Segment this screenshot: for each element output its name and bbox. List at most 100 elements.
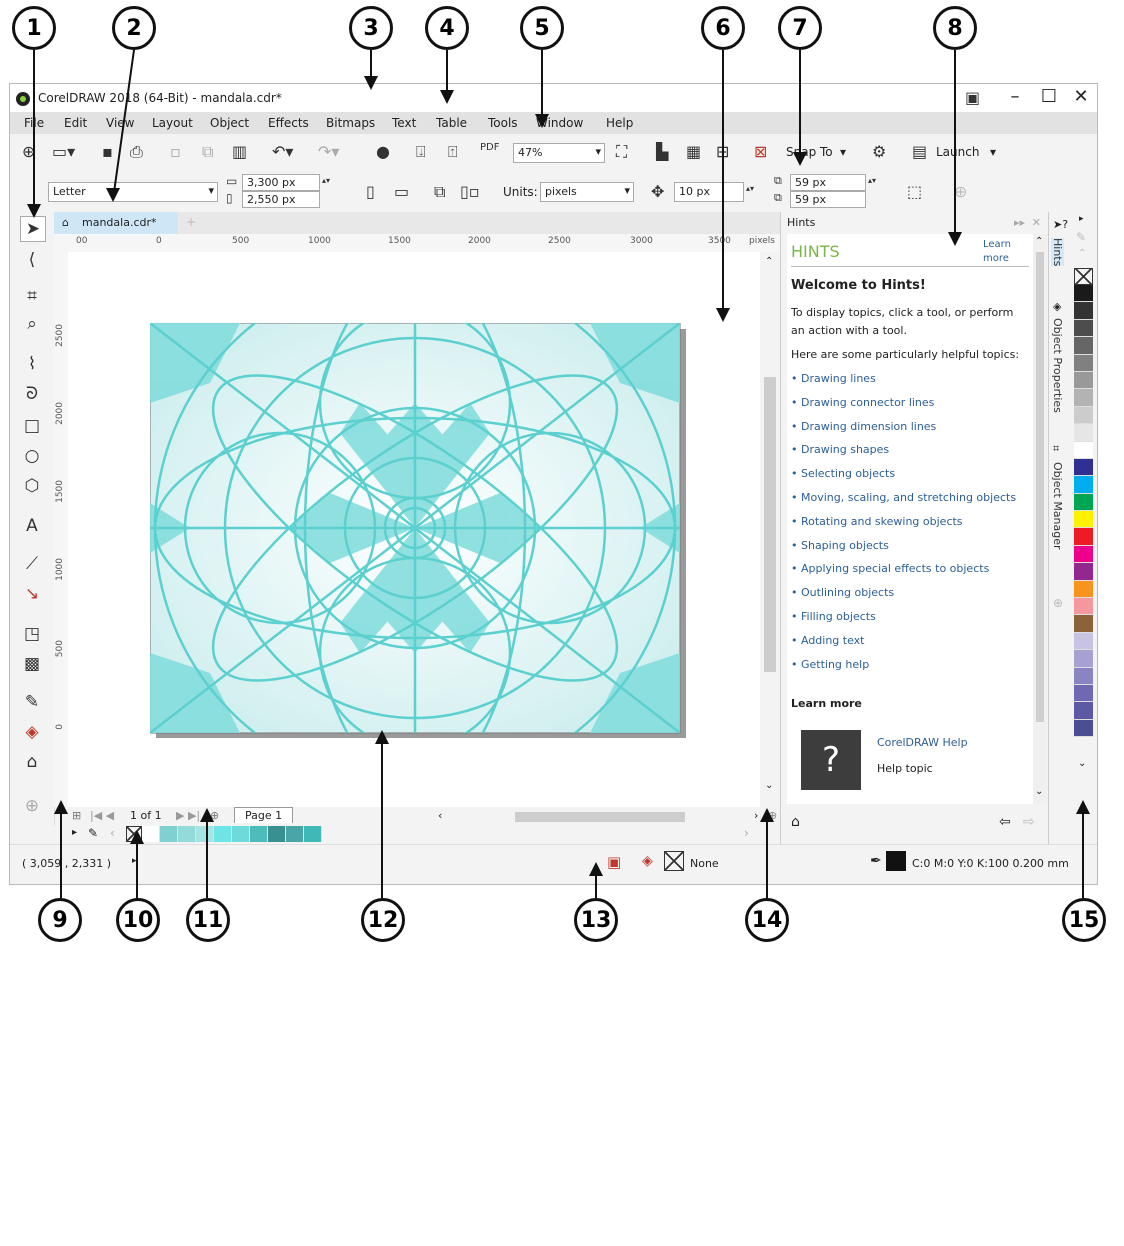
palette-color-swatch[interactable] bbox=[1074, 598, 1093, 616]
document-color-swatch[interactable] bbox=[178, 826, 196, 842]
launch-icon[interactable]: ▤ bbox=[912, 142, 927, 161]
document-color-swatch[interactable] bbox=[214, 826, 232, 842]
menu-object[interactable]: Object bbox=[210, 116, 249, 130]
help-topic-thumbnail[interactable]: ? bbox=[801, 730, 861, 790]
scroll-up-icon[interactable]: ⌃ bbox=[1035, 236, 1043, 247]
document-color-swatch[interactable] bbox=[142, 826, 160, 842]
page-tab[interactable]: Page 1 bbox=[234, 807, 294, 823]
palette-scroll-down-icon[interactable]: ⌄ bbox=[1078, 758, 1086, 769]
print-icon[interactable]: ⎙ bbox=[130, 142, 143, 162]
scroll-right-icon[interactable]: › bbox=[754, 809, 758, 822]
no-color-swatch[interactable] bbox=[1074, 268, 1093, 285]
menu-tools[interactable]: Tools bbox=[488, 116, 518, 130]
smart-fill-tool-icon[interactable]: ⌂ bbox=[20, 750, 44, 774]
palette-color-swatch[interactable] bbox=[1074, 476, 1093, 494]
palette-color-swatch[interactable] bbox=[1074, 580, 1093, 599]
show-grid-icon[interactable]: ▦ bbox=[686, 142, 701, 161]
menu-table[interactable]: Table bbox=[436, 116, 467, 130]
hint-topic-link[interactable]: • Rotating and skewing objects bbox=[791, 515, 1031, 529]
hint-topic-link[interactable]: • Moving, scaling, and stretching object… bbox=[791, 491, 1031, 505]
options-gear-icon[interactable]: ⚙ bbox=[872, 142, 886, 161]
scroll-down-icon[interactable]: ⌄ bbox=[1035, 786, 1043, 797]
export-icon[interactable]: ⍐ bbox=[448, 142, 458, 162]
palette-color-swatch[interactable] bbox=[1074, 563, 1093, 581]
hint-topic-link[interactable]: • Outlining objects bbox=[791, 586, 1031, 600]
freehand-tool-icon[interactable]: ⌇ bbox=[20, 352, 44, 376]
parallel-dimension-tool-icon[interactable]: ⟋ bbox=[20, 552, 44, 576]
menu-text[interactable]: Text bbox=[392, 116, 416, 130]
help-link[interactable]: CorelDRAW Help bbox=[877, 736, 968, 749]
zoom-level-combo[interactable]: 47% ▾ bbox=[513, 143, 605, 163]
docker-tab-object-properties[interactable]: Object Properties bbox=[1051, 318, 1064, 413]
palette-color-swatch[interactable] bbox=[1074, 667, 1093, 685]
learn-more-link[interactable]: Learn more bbox=[983, 238, 1031, 266]
docker-expand-icon[interactable]: ▸▸ bbox=[1014, 212, 1025, 234]
transparency-tool-icon[interactable]: ▩ bbox=[20, 652, 44, 676]
maximize-button[interactable]: ☐ bbox=[1034, 86, 1064, 107]
duplicate-distance-x-field[interactable]: 59 px bbox=[790, 174, 866, 191]
palette-color-swatch[interactable] bbox=[1074, 615, 1093, 633]
first-page-icon[interactable]: |◀ ◀ bbox=[90, 809, 114, 822]
treat-as-filled-icon[interactable]: ⬚ bbox=[907, 182, 922, 201]
interactive-fill-tool-icon[interactable]: ◈ bbox=[20, 720, 44, 744]
palette-color-swatch[interactable] bbox=[1074, 337, 1093, 355]
open-folder-icon[interactable]: ▭▾ bbox=[52, 142, 75, 161]
new-tab-icon[interactable]: + bbox=[186, 215, 196, 229]
document-color-swatch[interactable] bbox=[196, 826, 214, 842]
add-page-before-icon[interactable]: ⊞ bbox=[72, 809, 81, 822]
redo-icon[interactable]: ↷▾ bbox=[318, 142, 339, 161]
units-combo[interactable]: pixels ▾ bbox=[540, 182, 634, 202]
fill-none-swatch[interactable] bbox=[664, 851, 684, 871]
document-color-swatch[interactable] bbox=[286, 826, 304, 842]
copy-icon[interactable]: ⧉ bbox=[202, 142, 213, 162]
publish-pdf-icon[interactable]: PDF bbox=[480, 142, 499, 153]
hint-topic-link[interactable]: • Drawing lines bbox=[791, 372, 1031, 386]
scroll-up-icon[interactable]: ⌃ bbox=[765, 256, 773, 267]
home-icon[interactable]: ⌂ bbox=[62, 212, 69, 234]
scroll-left-icon[interactable]: ‹ bbox=[438, 809, 442, 822]
portrait-icon[interactable]: ▯ bbox=[366, 182, 375, 201]
spinner-icon[interactable]: ▴▾ bbox=[322, 176, 330, 185]
palette-color-swatch[interactable] bbox=[1074, 302, 1093, 320]
spinner-icon[interactable]: ▴▾ bbox=[868, 176, 876, 185]
palette-options-icon[interactable]: ▸ bbox=[72, 827, 77, 838]
page-size-combo[interactable]: Letter ▾ bbox=[48, 182, 218, 202]
document-color-swatch[interactable] bbox=[304, 826, 322, 842]
ellipse-tool-icon[interactable]: ○ bbox=[20, 444, 44, 468]
document-tab[interactable]: ⌂ mandala.cdr* bbox=[54, 212, 178, 234]
palette-color-swatch[interactable] bbox=[1074, 371, 1093, 390]
color-eyedropper-tool-icon[interactable]: ✎ bbox=[20, 690, 44, 714]
last-page-icon[interactable]: ▶ ▶| bbox=[176, 809, 200, 822]
horizontal-ruler[interactable]: 00 0 500 1000 1500 2000 2500 3000 3500 p… bbox=[54, 234, 780, 253]
landscape-icon[interactable]: ▭ bbox=[394, 182, 409, 201]
hint-topic-link[interactable]: • Drawing shapes bbox=[791, 443, 1031, 457]
text-tool-icon[interactable]: A bbox=[20, 514, 44, 538]
palette-color-swatch[interactable] bbox=[1074, 702, 1093, 720]
palette-eyedropper-icon[interactable]: ✎ bbox=[1076, 230, 1086, 244]
add-docker-icon[interactable]: ⊕ bbox=[1053, 596, 1063, 610]
hint-topic-link[interactable]: • Selecting objects bbox=[791, 467, 1031, 481]
zoom-to-page-icon[interactable]: ⛶ bbox=[616, 142, 627, 162]
palette-color-swatch[interactable] bbox=[1074, 424, 1093, 442]
palette-color-swatch[interactable] bbox=[1074, 632, 1093, 651]
document-color-swatch[interactable] bbox=[232, 826, 250, 842]
docker-tab-hints[interactable]: Hints bbox=[1051, 238, 1064, 267]
close-button[interactable]: ✕ bbox=[1066, 86, 1096, 107]
palette-color-swatch[interactable] bbox=[1074, 354, 1093, 372]
docker-close-icon[interactable]: ✕ bbox=[1032, 212, 1041, 234]
menu-view[interactable]: View bbox=[106, 116, 134, 130]
palette-scroll-left-icon[interactable]: ‹ bbox=[110, 826, 115, 840]
hints-scrollbar-thumb[interactable] bbox=[1036, 252, 1044, 722]
hint-topic-link[interactable]: • Drawing dimension lines bbox=[791, 420, 1031, 434]
hints-scrollbar[interactable]: ⌃ ⌄ bbox=[1033, 234, 1047, 804]
connector-tool-icon[interactable]: ↘ bbox=[20, 582, 44, 606]
quick-customize-icon[interactable]: ⊕ bbox=[20, 794, 44, 818]
palette-color-swatch[interactable] bbox=[1074, 285, 1093, 303]
outline-color-swatch[interactable] bbox=[886, 851, 906, 871]
horizontal-scrollbar-thumb[interactable] bbox=[515, 812, 685, 822]
pick-tool-icon[interactable]: ➤ bbox=[20, 216, 46, 242]
page-width-field[interactable]: 3,300 px bbox=[242, 174, 320, 191]
eyedropper-icon[interactable]: ✎ bbox=[88, 826, 98, 840]
minimize-button[interactable]: – bbox=[1000, 86, 1030, 107]
scroll-down-icon[interactable]: ⌄ bbox=[765, 780, 773, 791]
